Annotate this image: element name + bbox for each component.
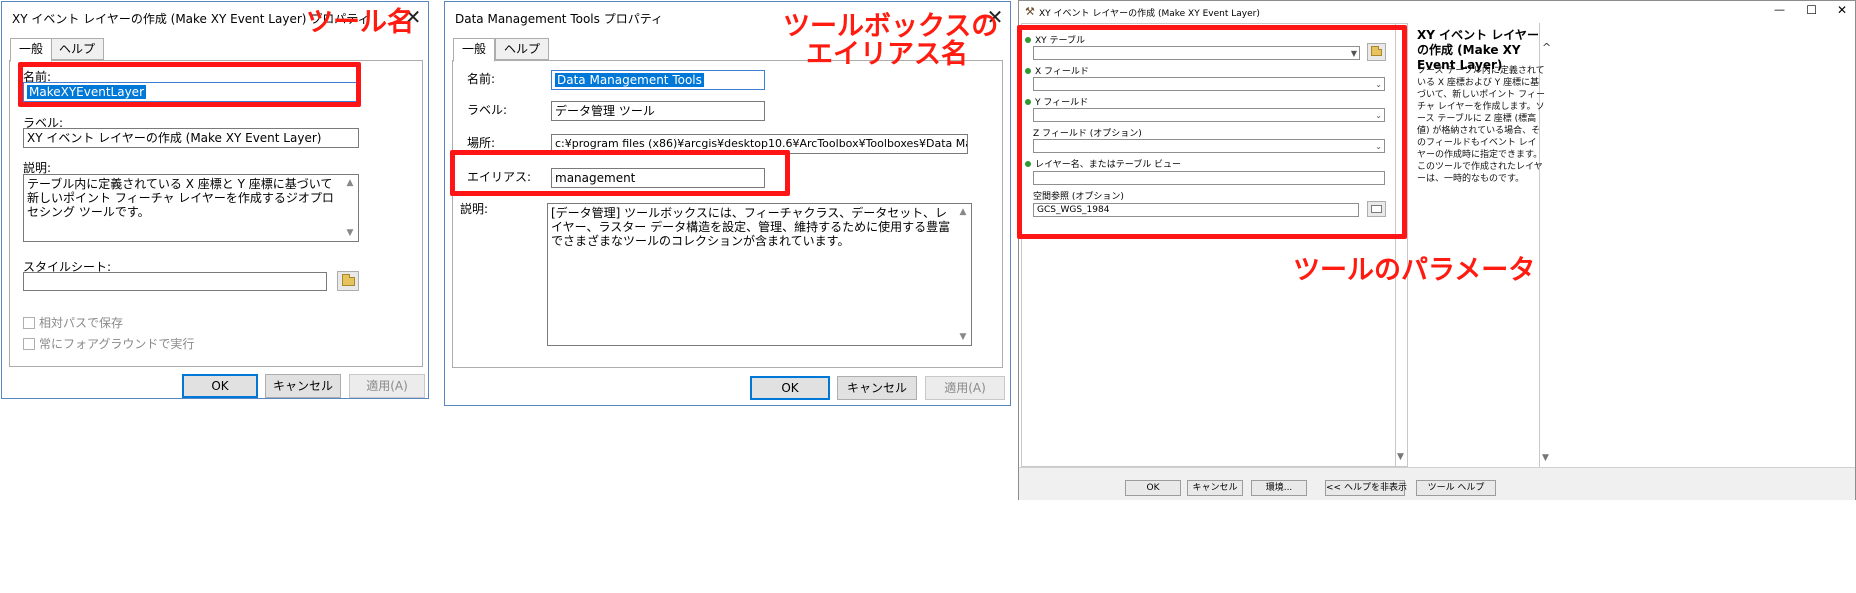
location-label: 場所: <box>467 136 496 150</box>
stylesheet-field[interactable] <box>23 272 327 291</box>
label-label: ラベル: <box>467 103 508 117</box>
help-body: ソース テーブル内に定義されている X 座標および Y 座標に基づいて、新しいポ… <box>1417 66 1545 184</box>
environments-button[interactable]: 環境... <box>1251 480 1307 496</box>
cancel-button[interactable]: キャンセル <box>837 376 917 400</box>
alias-highlight <box>450 150 790 196</box>
scrollbar[interactable]: ▲ ▼ <box>342 175 358 241</box>
checkbox-box[interactable] <box>23 316 35 329</box>
browse-folder-button[interactable] <box>337 271 359 291</box>
scroll-down-icon[interactable]: ▼ <box>955 330 971 344</box>
tool-name-annotation: ツール名 <box>306 7 414 38</box>
tab-help[interactable]: ヘルプ <box>50 38 105 60</box>
name-field[interactable]: Data Management Tools <box>551 70 765 90</box>
minimize-icon[interactable]: — <box>1774 3 1785 16</box>
description-label: 説明: <box>460 202 489 216</box>
hammer-icon: ⚒ <box>1025 5 1035 18</box>
tool-name-highlight <box>18 62 361 107</box>
apply-button[interactable]: 適用(A) <box>925 376 1005 400</box>
tool-params-annotation: ツールのパラメータ <box>1293 255 1536 286</box>
description-field[interactable]: [データ管理] ツールボックスには、フィーチャクラス、データセット、レイヤー、ラ… <box>547 203 972 346</box>
name-label: 名前: <box>467 72 496 86</box>
label-field[interactable]: XY イベント レイヤーの作成 (Make XY Event Layer) <box>23 128 359 148</box>
foreground-label: 常にフォアグラウンドで実行 <box>39 337 195 351</box>
title-bar: ⚒ XY イベント レイヤーの作成 (Make XY Event Layer) … <box>1019 1 1855 23</box>
relative-path-label: 相対パスで保存 <box>39 316 124 330</box>
tab-general[interactable]: 一般 <box>453 38 496 62</box>
ok-button[interactable]: OK <box>1125 480 1181 496</box>
toolbox-alias-annotation-line1: ツールボックスの <box>783 11 999 42</box>
folder-icon <box>342 274 355 286</box>
foreground-checkbox[interactable]: 常にフォアグラウンドで実行 <box>23 335 194 352</box>
description-text: [データ管理] ツールボックスには、フィーチャクラス、データセット、レイヤー、ラ… <box>551 206 951 248</box>
ok-button[interactable]: OK <box>750 376 830 400</box>
tool-help-button[interactable]: ツール ヘルプ <box>1416 480 1496 496</box>
description-text: テーブル内に定義されている X 座標と Y 座標に基づいて新しいポイント フィー… <box>27 177 334 219</box>
scroll-up-icon[interactable]: ▲ <box>342 176 358 190</box>
checkbox-box[interactable] <box>23 337 35 350</box>
hide-help-button[interactable]: << ヘルプを非表示 <box>1325 480 1407 496</box>
tab-general[interactable]: 一般 <box>10 38 53 62</box>
cancel-button[interactable]: キャンセル <box>265 374 341 398</box>
apply-button[interactable]: 適用(A) <box>349 374 425 398</box>
tool-properties-window: XY イベント レイヤーの作成 (Make XY Event Layer) プロ… <box>1 1 429 399</box>
tool-params-highlight <box>1017 25 1407 239</box>
close-icon[interactable]: ✕ <box>1837 3 1847 17</box>
description-field[interactable]: テーブル内に定義されている X 座標と Y 座標に基づいて新しいポイント フィー… <box>23 174 359 242</box>
scrollbar[interactable]: ▲ ▼ <box>955 204 971 345</box>
maximize-icon[interactable]: ☐ <box>1806 3 1817 17</box>
scroll-up-icon[interactable]: ▲ <box>955 205 971 219</box>
cancel-button[interactable]: キャンセル <box>1187 480 1243 496</box>
label-field[interactable]: データ管理 ツール <box>551 101 765 121</box>
scroll-down-icon[interactable]: ▼ <box>1542 453 1549 463</box>
relative-path-checkbox[interactable]: 相対パスで保存 <box>23 314 123 331</box>
name-value: Data Management Tools <box>555 73 704 87</box>
window-title: Data Management Tools プロパティ <box>455 12 663 26</box>
scroll-down-icon[interactable]: ▼ <box>342 226 358 240</box>
window-title: XY イベント レイヤーの作成 (Make XY Event Layer) <box>1039 9 1260 19</box>
tab-help[interactable]: ヘルプ <box>495 38 550 60</box>
scroll-down-icon[interactable]: ▼ <box>1397 452 1404 462</box>
toolbox-alias-annotation-line2: エイリアス名 <box>806 39 968 70</box>
ok-button[interactable]: OK <box>182 374 258 398</box>
